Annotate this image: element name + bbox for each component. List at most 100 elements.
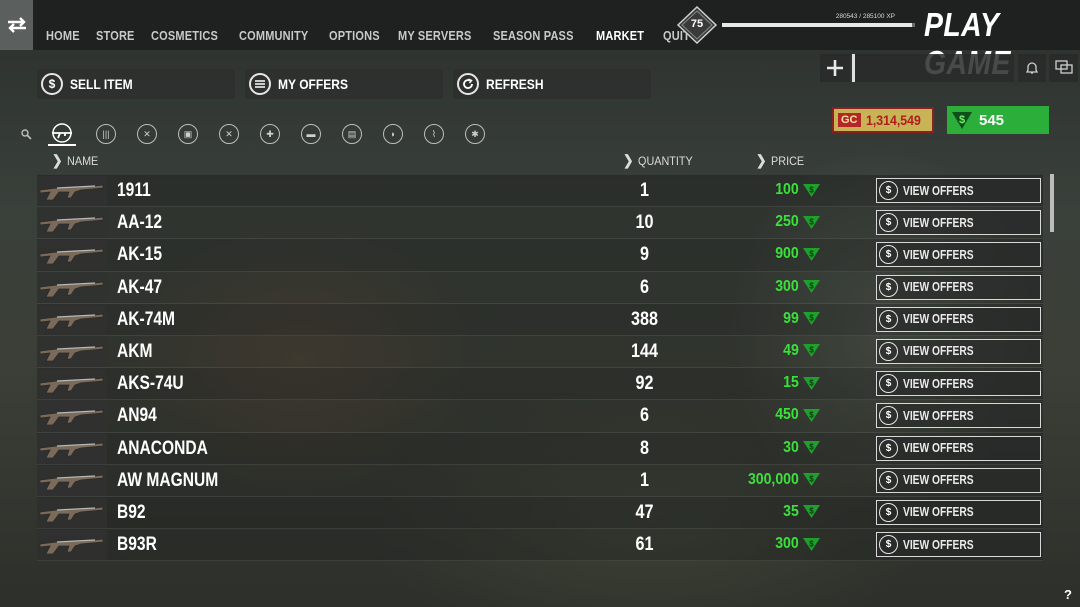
svg-text:$: $ — [809, 539, 814, 548]
level-badge: 75 — [676, 5, 718, 45]
table-row: B93R 61 300 $ $ VIEW OFFERS — [37, 529, 1043, 562]
table-row: AN94 6 450 $ $ VIEW OFFERS — [37, 400, 1043, 433]
tools-icon[interactable]: ✕ — [219, 124, 239, 144]
rifle-icon[interactable] — [48, 122, 76, 146]
item-name: AK-15 — [117, 244, 163, 266]
svg-text:$: $ — [809, 249, 814, 258]
svg-text:$: $ — [809, 314, 814, 323]
sell-item-button[interactable]: $ SELL ITEM — [37, 69, 235, 99]
table-row: AK-47 6 300 $ $ VIEW OFFERS — [37, 271, 1043, 304]
nav-options[interactable]: OPTIONS — [329, 29, 380, 43]
vehicle-icon[interactable]: ▬ — [301, 124, 321, 144]
cash-icon: $ — [803, 441, 820, 454]
sell-item-label: SELL ITEM — [70, 76, 133, 92]
price-value: 250 — [775, 213, 799, 231]
search-icon[interactable] — [20, 124, 32, 144]
item-quantity: 1 — [639, 180, 649, 201]
gc-value: 1,314,549 — [865, 112, 921, 128]
view-offers-button[interactable]: $ VIEW OFFERS — [876, 467, 1041, 493]
nav-season-pass[interactable]: SEASON PASS — [493, 29, 574, 43]
view-offers-button[interactable]: $ VIEW OFFERS — [876, 242, 1041, 268]
search-input[interactable] — [852, 54, 1014, 82]
weapon-thumbnail — [37, 497, 107, 528]
dollar-icon: $ — [879, 535, 898, 555]
price-column-header[interactable]: ❯ PRICE — [756, 152, 804, 169]
cash-icon: $ — [803, 408, 820, 422]
dollar-icon: $ — [879, 502, 898, 522]
nav-home[interactable]: HOME — [46, 29, 80, 43]
weapon-thumbnail — [37, 433, 107, 464]
view-offers-button[interactable]: $ VIEW OFFERS — [876, 210, 1041, 236]
helmet-icon[interactable]: ◗ — [383, 124, 403, 144]
item-quantity: 144 — [631, 340, 658, 362]
chat-icon — [1054, 60, 1073, 74]
item-quantity: 47 — [635, 501, 654, 523]
dollar-icon: $ — [879, 406, 898, 426]
item-name: AK-47 — [117, 276, 163, 298]
price-value: 300 — [775, 535, 799, 553]
price-value: 49 — [783, 341, 799, 359]
svg-text:$: $ — [809, 185, 814, 194]
weapon-thumbnail — [37, 530, 107, 561]
item-price: 450 $ — [772, 406, 821, 424]
view-offers-button[interactable]: $ VIEW OFFERS — [876, 306, 1041, 332]
view-offers-button[interactable]: $ VIEW OFFERS — [876, 338, 1041, 364]
item-name: AN94 — [117, 405, 157, 427]
item-price: 100 $ — [772, 181, 821, 199]
my-offers-button[interactable]: MY OFFERS — [245, 69, 443, 99]
quantity-column-header[interactable]: ❯ QUANTITY — [623, 152, 693, 169]
switch-icon[interactable] — [0, 0, 33, 50]
cash-icon: $ — [803, 505, 820, 519]
view-offers-label: VIEW OFFERS — [903, 537, 974, 552]
nav-market[interactable]: MARKET — [596, 29, 644, 43]
misc-icon[interactable]: ✱ — [465, 124, 485, 144]
refresh-button[interactable]: REFRESH — [453, 69, 651, 99]
nav-store[interactable]: STORE — [96, 29, 135, 43]
medical-icon[interactable]: ✚ — [260, 124, 280, 144]
notifications-button[interactable] — [1018, 54, 1046, 82]
scrollbar[interactable] — [1050, 174, 1054, 232]
fishing-icon[interactable]: ⌇ — [424, 124, 444, 144]
view-offers-button[interactable]: $ VIEW OFFERS — [876, 532, 1041, 558]
dollar-icon: $ — [879, 341, 898, 361]
view-offers-label: VIEW OFFERS — [903, 376, 974, 391]
bell-icon — [1025, 62, 1039, 74]
dollar-icon: $ — [879, 470, 898, 490]
svg-text:$: $ — [809, 443, 814, 452]
item-name: B93R — [117, 534, 157, 556]
item-price: 30 $ — [781, 439, 821, 457]
view-offers-button[interactable]: $ VIEW OFFERS — [876, 435, 1041, 461]
dollar-icon: $ — [879, 309, 898, 329]
table-row: ANACONDA 8 30 $ $ VIEW OFFERS — [37, 432, 1043, 465]
price-value: 35 — [783, 502, 799, 520]
view-offers-button[interactable]: $ VIEW OFFERS — [876, 274, 1041, 300]
view-offers-button[interactable]: $ VIEW OFFERS — [876, 499, 1041, 525]
chat-button[interactable] — [1049, 54, 1078, 82]
item-price: 15 $ — [781, 374, 821, 392]
item-quantity: 6 — [639, 405, 649, 427]
dollar-icon: $ — [41, 73, 63, 95]
backpack-icon[interactable]: ▣ — [178, 124, 198, 144]
food-icon[interactable]: ✕ — [137, 124, 157, 144]
item-name: AKM — [117, 340, 153, 362]
weapon-thumbnail — [37, 240, 107, 271]
ammo-icon[interactable]: ||| — [96, 124, 116, 144]
price-value: 300 — [775, 277, 799, 295]
clothing-icon[interactable]: ▤ — [342, 124, 362, 144]
nav-cosmetics[interactable]: COSMETICS — [151, 29, 218, 43]
view-offers-button[interactable]: $ VIEW OFFERS — [876, 403, 1041, 429]
nav-my-servers[interactable]: MY SERVERS — [398, 29, 471, 43]
view-offers-button[interactable]: $ VIEW OFFERS — [876, 178, 1041, 203]
name-column-header[interactable]: ❯ NAME — [52, 152, 98, 169]
xp-progress-bar — [722, 23, 915, 27]
view-offers-button[interactable]: $ VIEW OFFERS — [876, 371, 1041, 397]
dollar-icon: $ — [879, 277, 898, 297]
add-button[interactable] — [820, 54, 850, 82]
table-row: AK-15 9 900 $ $ VIEW OFFERS — [37, 239, 1043, 272]
list-icon — [249, 73, 271, 95]
refresh-label: REFRESH — [486, 76, 544, 92]
help-button[interactable]: ? — [1064, 587, 1072, 602]
nav-community[interactable]: COMMUNITY — [239, 29, 308, 43]
category-filters: ||| ✕ ▣ ✕ ✚ ▬ ▤ ◗ ⌇ ✱ — [20, 122, 506, 146]
cash-icon: $ — [803, 344, 820, 358]
